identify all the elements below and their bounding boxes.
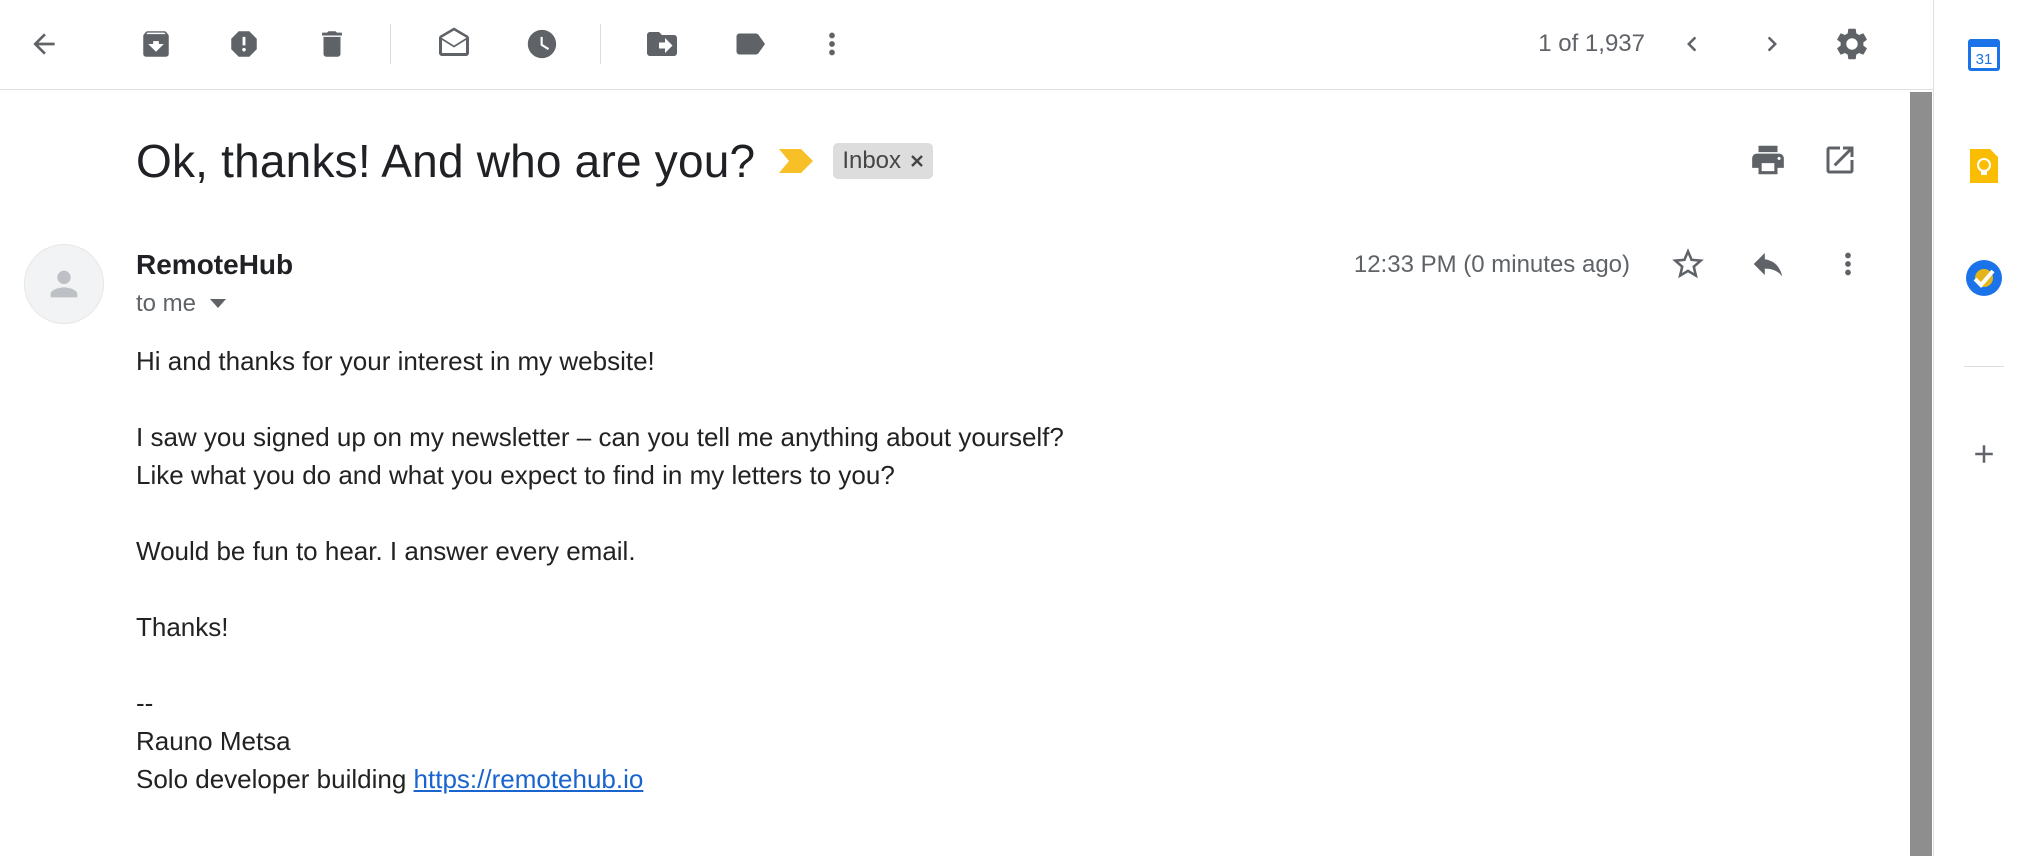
move-to-icon <box>647 32 677 56</box>
message-toolbar: 1 of 1,937 <box>0 0 1933 90</box>
keep-button[interactable] <box>1962 144 2006 188</box>
sender-name[interactable]: RemoteHub <box>136 248 293 282</box>
toolbar-divider <box>390 24 391 64</box>
body-spacer <box>136 380 1436 418</box>
mark-unread-button[interactable] <box>428 18 480 70</box>
signature-name: Rauno Metsa <box>136 726 291 756</box>
signature-tagline: Solo developer building https://remotehu… <box>136 760 1436 798</box>
subject-row: Ok, thanks! And who are you? Inbox <box>136 130 934 192</box>
tasks-button[interactable] <box>1962 256 2006 300</box>
print-icon <box>1752 145 1784 175</box>
newer-button[interactable] <box>1666 18 1718 70</box>
more-vert-icon <box>1845 252 1851 276</box>
avatar[interactable] <box>24 244 104 324</box>
label-chip-inbox: Inbox <box>833 143 934 179</box>
message-body: Hi and thanks for your interest in my we… <box>136 342 1436 798</box>
more-button[interactable] <box>806 18 858 70</box>
delete-icon <box>322 31 342 57</box>
archive-button[interactable] <box>130 18 182 70</box>
get-addons-button[interactable] <box>1962 432 2006 476</box>
subject-title: Ok, thanks! And who are you? <box>136 135 756 187</box>
chevron-left-icon <box>1687 36 1697 52</box>
body-paragraph-line: I saw you signed up on my newsletter – c… <box>136 422 1064 452</box>
pager-count: 1 of 1,937 <box>1538 30 1645 57</box>
signature-tagline-text: Solo developer building <box>136 764 414 794</box>
signature-separator: -- <box>136 688 154 718</box>
body-thanks: Thanks! <box>136 612 229 642</box>
message-timestamp: 12:33 PM (0 minutes ago) <box>1353 251 1630 278</box>
message-more-button[interactable] <box>1822 238 1874 290</box>
chevron-right-icon <box>1767 36 1777 52</box>
move-to-button[interactable] <box>636 18 688 70</box>
snooze-button[interactable] <box>516 18 568 70</box>
close-icon <box>911 155 923 167</box>
side-panel-divider <box>1964 366 2004 367</box>
delete-button[interactable] <box>306 18 358 70</box>
person-icon <box>50 270 78 298</box>
add-icon <box>1975 445 1993 463</box>
body-spacer <box>136 570 1436 608</box>
body-paragraph-line: Would be fun to hear. I answer every ema… <box>136 536 636 566</box>
more-vert-icon <box>829 32 835 56</box>
side-panel: 31 <box>1933 0 2034 856</box>
open-in-new-icon <box>1826 146 1854 174</box>
signature-link[interactable]: https://remotehub.io <box>414 764 644 794</box>
archive-icon <box>143 31 169 57</box>
label-chip-text: Inbox <box>842 147 902 174</box>
mark-unread-icon <box>439 27 469 56</box>
body-paragraph-line: Like what you do and what you expect to … <box>136 460 895 490</box>
print-button[interactable] <box>1742 134 1794 186</box>
star-button[interactable] <box>1662 238 1714 290</box>
body-spacer <box>136 494 1436 532</box>
label-icon <box>736 33 765 55</box>
arrow-back-icon <box>33 33 55 55</box>
recipient-details[interactable]: to me <box>136 287 227 321</box>
open-in-new-window-button[interactable] <box>1814 134 1866 186</box>
scrollbar-thumb[interactable] <box>1910 92 1932 856</box>
recipient-label: to me <box>136 290 197 317</box>
toolbar-divider <box>600 24 601 64</box>
keep-icon <box>1970 149 1998 183</box>
scrollbar[interactable] <box>1910 92 1932 856</box>
gear-icon <box>1837 28 1867 60</box>
reply-button[interactable] <box>1742 238 1794 290</box>
report-spam-button[interactable] <box>218 18 270 70</box>
importance-marker-icon[interactable] <box>779 149 814 173</box>
tasks-icon <box>1966 260 2002 296</box>
caret-down-icon[interactable] <box>210 299 227 309</box>
calendar-icon: 31 <box>1968 39 2000 71</box>
body-spacer <box>136 646 1436 684</box>
star-outline-icon <box>1672 248 1704 279</box>
reply-icon <box>1753 252 1783 277</box>
settings-button[interactable] <box>1826 18 1878 70</box>
report-spam-icon <box>231 31 257 57</box>
gmail-app: 1 of 1,937 Ok, thanks! And who are you? … <box>0 0 2034 856</box>
message-view: 1 of 1,937 Ok, thanks! And who are you? … <box>0 0 1933 856</box>
body-greeting: Hi and thanks for your interest in my we… <box>136 346 655 376</box>
remove-label-button[interactable] <box>909 153 925 169</box>
back-button[interactable] <box>18 18 70 70</box>
older-button[interactable] <box>1746 18 1798 70</box>
calendar-day: 31 <box>1976 51 1993 68</box>
calendar-button[interactable]: 31 <box>1962 32 2006 76</box>
snooze-icon <box>527 29 557 59</box>
labels-button[interactable] <box>724 18 776 70</box>
